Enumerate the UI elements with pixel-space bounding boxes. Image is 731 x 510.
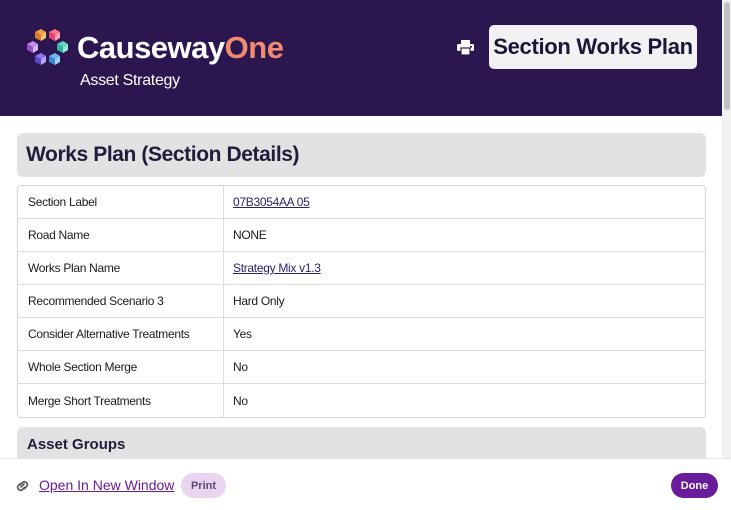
row-value: No (233, 393, 248, 408)
page-title-box: Section Works Plan (489, 25, 697, 69)
table-row: Consider Alternative Treatments Yes (18, 318, 705, 351)
scrollbar-thumb[interactable] (724, 2, 730, 110)
done-button[interactable]: Done (671, 473, 718, 498)
row-label: Section Label (18, 186, 224, 218)
row-value: Yes (233, 327, 252, 341)
section-header: Works Plan (Section Details) (17, 133, 706, 177)
printer-icon[interactable] (457, 40, 474, 55)
print-button[interactable]: Print (181, 473, 226, 498)
table-row: Whole Section Merge No (18, 351, 705, 384)
product-name: Asset Strategy (80, 72, 180, 89)
table-row: Road Name NONE (18, 219, 705, 252)
row-value: 07B3054AA 05 (224, 186, 705, 218)
row-label: Whole Section Merge (18, 351, 224, 383)
asset-groups-title: Asset Groups (27, 436, 126, 453)
page-title: Section Works Plan (493, 34, 693, 59)
open-in-new-window-link[interactable]: Open In New Window (39, 477, 174, 493)
asset-groups-header[interactable]: Asset Groups (17, 427, 706, 458)
causeway-logo-icon (27, 29, 68, 65)
brand-name-part2: One (224, 30, 284, 65)
row-label: Works Plan Name (18, 252, 224, 284)
dialog-footer: Open In New Window Print Done (0, 458, 731, 510)
row-label: Road Name (18, 219, 224, 251)
table-row: Works Plan Name Strategy Mix v1.3 (18, 252, 705, 285)
row-value: NONE (233, 228, 267, 242)
row-value: No (233, 360, 248, 374)
row-value: Strategy Mix v1.3 (224, 252, 705, 284)
works-plan-link[interactable]: Strategy Mix v1.3 (233, 261, 321, 275)
brand-name-part1: Causeway (77, 30, 225, 65)
table-row: Recommended Scenario 3 Hard Only (18, 285, 705, 318)
app-header: CausewayOne Asset Strategy Section Works… (0, 0, 722, 116)
row-label: Consider Alternative Treatments (18, 318, 224, 350)
table-row: Section Label 07B3054AA 05 (18, 186, 705, 219)
details-table: Section Label 07B3054AA 05 Road Name NON… (17, 185, 706, 418)
table-row: Merge Short Treatments No (18, 384, 705, 417)
link-icon (16, 480, 29, 492)
brand-name: CausewayOne (77, 28, 284, 68)
row-label: Recommended Scenario 3 (18, 285, 224, 317)
section-label-link[interactable]: 07B3054AA 05 (233, 195, 310, 209)
section-title: Works Plan (Section Details) (26, 143, 300, 166)
main-content: Works Plan (Section Details) Section Lab… (0, 116, 722, 458)
row-label: Merge Short Treatments (18, 384, 224, 417)
row-value: Hard Only (233, 294, 285, 308)
